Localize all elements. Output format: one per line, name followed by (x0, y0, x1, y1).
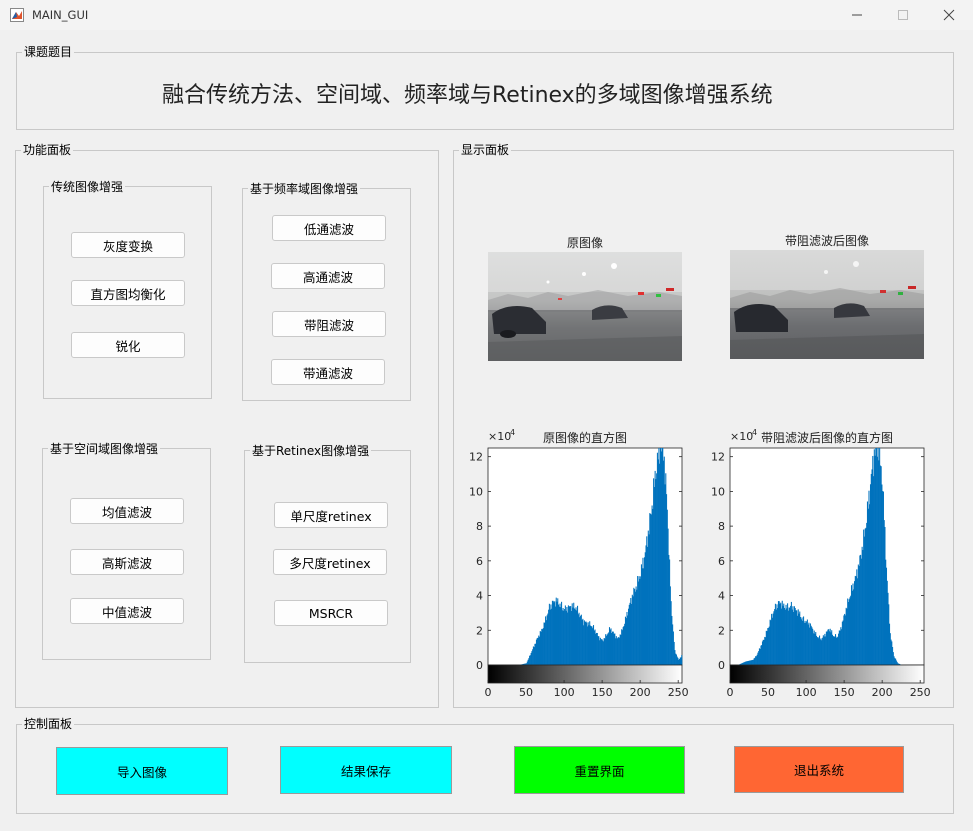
gray-colorbar (487, 664, 683, 684)
reset-interface-button[interactable]: 重置界面 (514, 746, 685, 794)
display-panel-label: 显示面板 (459, 143, 512, 157)
title-bar: MAIN_GUI (0, 0, 973, 30)
retinex-group-label: 基于Retinex图像增强 (250, 444, 372, 458)
matlab-logo-icon (10, 8, 24, 22)
topic-panel: 课题题目 融合传统方法、空间域、频率域与Retinex的多域图像增强系统 (16, 45, 954, 130)
y-tick-label: 12 (711, 451, 725, 464)
x-tick-label: 250 (910, 686, 931, 699)
topic-panel-label: 课题题目 (22, 45, 75, 59)
y-tick-label: 6 (718, 555, 725, 568)
x-tick-label: 50 (519, 686, 533, 699)
y-tick-label: 0 (476, 659, 483, 672)
histogram-bar (681, 655, 683, 665)
x-tick-label: 200 (872, 686, 893, 699)
x-tick-label: 200 (630, 686, 651, 699)
x-tick-label: 50 (761, 686, 775, 699)
multi-scale-retinex-button[interactable]: 多尺度retinex (273, 549, 387, 575)
y-tick-label: 0 (718, 659, 725, 672)
page-title: 融合传统方法、空间域、频率域与Retinex的多域图像增强系统 (162, 83, 773, 108)
x-tick-label: 0 (727, 686, 734, 699)
y-multiplier-exponent: 4 (510, 428, 515, 437)
function-panel-label: 功能面板 (21, 143, 74, 157)
control-panel-label: 控制面板 (22, 717, 75, 731)
y-tick-label: 4 (476, 590, 483, 603)
y-tick-label: 4 (718, 590, 725, 603)
histogram-equalization-button[interactable]: 直方图均衡化 (71, 280, 185, 306)
msrcr-button[interactable]: MSRCR (274, 600, 388, 626)
y-tick-label: 12 (469, 451, 483, 464)
minimize-button[interactable] (834, 0, 880, 30)
y-multiplier-exponent: 4 (752, 428, 757, 437)
y-multiplier-label: ×10 (730, 430, 753, 443)
import-image-button[interactable]: 导入图像 (56, 747, 228, 795)
window-title: MAIN_GUI (32, 8, 89, 22)
filtered-histogram-chart: 024681012×1040 50 100 150 200 250 (711, 428, 931, 699)
gaussian-filter-button[interactable]: 高斯滤波 (70, 549, 184, 575)
x-tick-label: 150 (592, 686, 613, 699)
highpass-filter-button[interactable]: 高通滤波 (271, 263, 385, 289)
maximize-icon (898, 10, 908, 20)
y-tick-label: 2 (476, 624, 483, 637)
single-scale-retinex-button[interactable]: 单尺度retinex (274, 502, 388, 528)
y-tick-label: 10 (711, 485, 725, 498)
close-icon (943, 9, 955, 21)
bandstop-filter-button[interactable]: 带阻滤波 (272, 311, 386, 337)
y-tick-label: 8 (476, 520, 483, 533)
filtered-image (730, 250, 924, 359)
close-button[interactable] (926, 0, 972, 30)
maximize-button[interactable] (880, 0, 926, 30)
gray-transform-button[interactable]: 灰度变换 (71, 232, 185, 258)
original-image-title: 原图像 (566, 236, 603, 250)
mean-filter-button[interactable]: 均值滤波 (70, 498, 184, 524)
y-tick-label: 2 (718, 624, 725, 637)
bandpass-filter-button[interactable]: 带通滤波 (271, 359, 385, 385)
traditional-group-label: 传统图像增强 (49, 180, 126, 194)
sharpen-button[interactable]: 锐化 (71, 332, 185, 358)
lowpass-filter-button[interactable]: 低通滤波 (272, 215, 386, 241)
frequency-group-label: 基于频率域图像增强 (248, 182, 361, 196)
minimize-icon (852, 14, 862, 16)
y-tick-label: 8 (718, 520, 725, 533)
save-result-button[interactable]: 结果保存 (280, 746, 452, 794)
x-tick-label: 150 (834, 686, 855, 699)
y-tick-label: 10 (469, 485, 483, 498)
spatial-group-label: 基于空间域图像增强 (48, 442, 161, 456)
x-tick-label: 0 (485, 686, 492, 699)
y-tick-label: 6 (476, 555, 483, 568)
gray-colorbar (729, 664, 925, 684)
x-tick-label: 100 (554, 686, 575, 699)
original-histogram-chart: 024681012×1040 50 100 150 200 250 (469, 428, 689, 699)
x-tick-label: 250 (668, 686, 689, 699)
exit-system-button[interactable]: 退出系统 (734, 746, 904, 793)
filtered-image-title: 带阻滤波后图像 (784, 234, 869, 248)
median-filter-button[interactable]: 中值滤波 (70, 598, 184, 624)
original-image (488, 252, 682, 361)
x-tick-label: 100 (796, 686, 817, 699)
y-multiplier-label: ×10 (488, 430, 511, 443)
